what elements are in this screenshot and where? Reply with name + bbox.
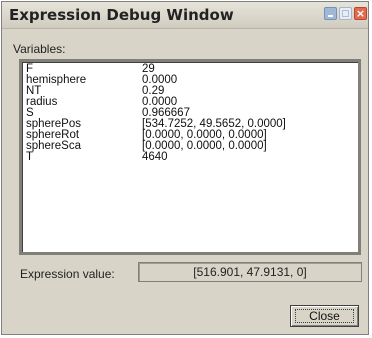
variables-label: Variables: [13, 42, 66, 56]
variable-name: sphereSca [26, 140, 81, 152]
variable-row: T 4640 [22, 151, 358, 163]
expression-value-label: Expression value: [20, 267, 115, 281]
variable-row: radius 0.0000 [22, 96, 358, 108]
variable-name: T [26, 151, 34, 163]
variable-value: 4640 [142, 151, 168, 163]
title-bar[interactable]: Expression Debug Window × [2, 2, 368, 29]
expression-debug-window: Expression Debug Window × Variables: F 2… [1, 1, 369, 335]
variables-list[interactable]: F 29 hemisphere 0.0000 NT 0.29 radius 0.… [19, 59, 361, 255]
expression-value-field: [516.901, 47.9131, 0] [138, 262, 362, 282]
minimize-icon[interactable] [324, 7, 337, 20]
close-button[interactable]: Close [290, 305, 359, 327]
variable-row: NT 0.29 [22, 85, 358, 97]
variable-row: hemisphere 0.0000 [22, 74, 358, 86]
window-title: Expression Debug Window [9, 6, 234, 24]
maximize-icon[interactable] [339, 7, 352, 20]
variable-row: sphereSca [0.0000, 0.0000, 0.0000] [22, 140, 358, 152]
close-icon[interactable]: × [354, 7, 367, 20]
focus-rect [295, 309, 354, 323]
